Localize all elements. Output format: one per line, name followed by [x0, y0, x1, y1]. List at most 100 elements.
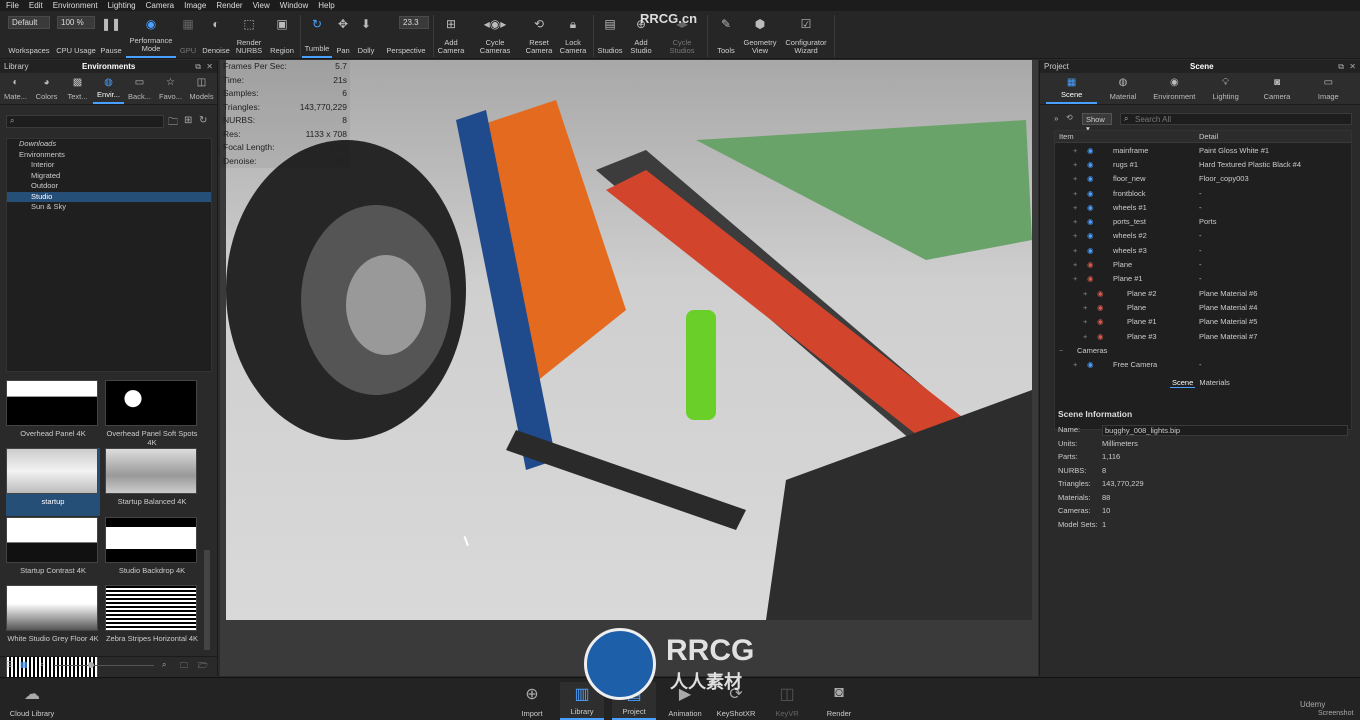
scene-search-input[interactable]: ⌕ Search All: [1120, 113, 1352, 125]
expand-icon[interactable]: +: [1083, 317, 1087, 326]
visibility-eye-icon[interactable]: ◉: [1097, 303, 1104, 312]
tools-button[interactable]: ✎ Tools: [712, 14, 740, 58]
pause-button[interactable]: ❚❚ Pause: [99, 14, 123, 58]
export-folder-icon[interactable]: 🗁︎: [198, 660, 208, 674]
tab-environment[interactable]: ◉ Environment: [1149, 73, 1200, 104]
scene-tree-row[interactable]: + ◉ floor_new Floor_copy003: [1055, 172, 1351, 186]
expand-icon[interactable]: +: [1073, 146, 1077, 155]
tab-backplates[interactable]: ▭ Back...: [124, 73, 155, 104]
scene-tree-row[interactable]: + ◉ ports_test Ports: [1055, 214, 1351, 228]
visibility-eye-icon[interactable]: ◉: [1087, 246, 1094, 255]
close-icon[interactable]: ✕: [206, 62, 213, 71]
lock-camera-button[interactable]: 🔒︎ Lock Camera: [558, 14, 588, 58]
env-thumb[interactable]: Overhead Panel 4K: [6, 380, 100, 438]
collapse-icon[interactable]: »: [1054, 114, 1058, 123]
perspective-button[interactable]: Perspective: [382, 14, 430, 58]
visibility-eye-icon[interactable]: ◉: [1087, 274, 1094, 283]
tree-item-sun-sky[interactable]: Sun & Sky: [7, 202, 211, 213]
gpu-button[interactable]: ▦ GPU: [178, 14, 198, 58]
env-thumb[interactable]: White Studio Grey Floor 4K: [6, 585, 100, 643]
expand-icon[interactable]: +: [1073, 274, 1077, 283]
menu-environment[interactable]: Environment: [53, 1, 98, 10]
expand-icon[interactable]: +: [1073, 203, 1077, 212]
tab-textures[interactable]: ▩ Text...: [62, 73, 93, 104]
scene-tree-row[interactable]: + ◉ wheels #2 -: [1055, 229, 1351, 243]
scene-tree-row[interactable]: + ◉ Plane Plane Material #4: [1055, 300, 1351, 314]
menu-edit[interactable]: Edit: [29, 1, 43, 10]
tumble-button[interactable]: ↻ Tumble: [302, 14, 332, 58]
scene-tree-row[interactable]: + ◉ rugs #1 Hard Textured Plastic Black #4: [1055, 157, 1351, 171]
scene-tree-row[interactable]: + ◉ wheels #3 -: [1055, 243, 1351, 257]
tab-models[interactable]: ◫ Models: [186, 73, 217, 104]
scene-tree-row[interactable]: + ◉ Plane #1 Plane Material #5: [1055, 315, 1351, 329]
render-nurbs-button[interactable]: ⬚ Render NURBS: [234, 14, 264, 58]
visibility-eye-icon[interactable]: ◉: [1087, 174, 1094, 183]
subtab-materials[interactable]: Materials: [1197, 378, 1231, 387]
menu-render[interactable]: Render: [216, 1, 242, 10]
menu-view[interactable]: View: [253, 1, 270, 10]
workspaces-button[interactable]: Workspaces: [6, 14, 52, 58]
expand-icon[interactable]: +: [1073, 260, 1077, 269]
visibility-eye-icon[interactable]: ◉: [1087, 146, 1094, 155]
expand-icon[interactable]: +: [1073, 246, 1077, 255]
visibility-eye-icon[interactable]: ◉: [1097, 289, 1104, 298]
scene-tree-row[interactable]: + ◉ Free Camera -: [1055, 357, 1351, 371]
scene-tree-icon[interactable]: ⟲: [1066, 113, 1073, 122]
expand-icon[interactable]: +: [1083, 303, 1087, 312]
library-search-input[interactable]: ⌕: [6, 115, 164, 128]
popout-icon[interactable]: ⧉: [1338, 62, 1344, 72]
tab-image[interactable]: ▭ Image: [1303, 73, 1354, 104]
tree-item-studio[interactable]: Studio: [7, 191, 211, 202]
visibility-eye-icon[interactable]: ◉: [1087, 217, 1094, 226]
close-icon[interactable]: ✕: [1349, 62, 1356, 71]
slider-handle[interactable]: [88, 662, 94, 668]
tree-item-environments[interactable]: Environments: [7, 150, 211, 161]
scene-tree-row[interactable]: + ◉ Plane -: [1055, 257, 1351, 271]
env-thumb[interactable]: Overhead Panel Soft Spots 4K: [105, 380, 199, 447]
expand-icon[interactable]: +: [1083, 289, 1087, 298]
tab-favorites[interactable]: ☆ Favo...: [155, 73, 186, 104]
popout-icon[interactable]: ⧉: [195, 62, 201, 72]
import-button[interactable]: ⊕ Import: [514, 682, 550, 720]
tree-item-migrated[interactable]: Migrated: [7, 171, 211, 182]
thumbnail-size-slider[interactable]: [54, 665, 154, 666]
menu-help[interactable]: Help: [318, 1, 334, 10]
folder-icon[interactable]: 🗀︎: [168, 115, 178, 132]
import-folder-icon[interactable]: 🗀︎: [180, 660, 188, 674]
expand-icon[interactable]: +: [1083, 332, 1087, 341]
pan-button[interactable]: ✥ Pan: [334, 14, 352, 58]
cloud-library-button[interactable]: ☁ Cloud Library: [8, 682, 56, 720]
add-camera-button[interactable]: ⊞ Add Camera: [436, 14, 466, 58]
refresh-icon[interactable]: ↻: [199, 115, 207, 126]
zoom-out-icon[interactable]: ⌕: [40, 660, 44, 670]
expand-icon[interactable]: +: [1073, 360, 1077, 369]
env-thumb[interactable]: Zebra Stripes Horizontal 4K: [105, 585, 199, 643]
menu-lighting[interactable]: Lighting: [108, 1, 136, 10]
menu-file[interactable]: File: [6, 1, 19, 10]
visibility-eye-icon[interactable]: ◉: [1087, 160, 1094, 169]
thumbnail-scrollbar[interactable]: [204, 550, 210, 650]
tree-item-downloads[interactable]: Downloads: [7, 139, 211, 150]
env-thumb[interactable]: Studio Backdrop 4K: [105, 517, 199, 575]
keyvr-button[interactable]: ◫ KeyVR: [766, 682, 808, 720]
tab-material[interactable]: ◍ Material: [1097, 73, 1148, 104]
scene-tree-row[interactable]: + ◉ Plane #2 Plane Material #6: [1055, 286, 1351, 300]
env-thumb-selected[interactable]: startup: [6, 448, 100, 516]
studios-button[interactable]: ▤ Studios: [596, 14, 624, 58]
scene-tree-row[interactable]: + ◉ wheels #1 -: [1055, 200, 1351, 214]
scene-tree-row[interactable]: + ◉ Plane #1 -: [1055, 272, 1351, 286]
geometry-view-button[interactable]: ⬢ Geometry View: [742, 14, 778, 58]
menu-image[interactable]: Image: [184, 1, 206, 10]
reset-camera-button[interactable]: ⟲ Reset Camera: [524, 14, 554, 58]
tab-camera[interactable]: ◙ Camera: [1251, 73, 1302, 104]
tab-colors[interactable]: ◕ Colors: [31, 73, 62, 104]
tree-item-outdoor[interactable]: Outdoor: [7, 181, 211, 192]
subtab-scene[interactable]: Scene: [1170, 378, 1196, 388]
denoise-button[interactable]: ◐ Denoise: [200, 14, 232, 58]
tab-lighting[interactable]: 💡︎ Lighting: [1200, 73, 1251, 104]
region-button[interactable]: ▣ Region: [267, 14, 297, 58]
visibility-eye-icon[interactable]: ◉: [1087, 260, 1094, 269]
expand-icon[interactable]: +: [1073, 174, 1077, 183]
expand-icon[interactable]: +: [1073, 189, 1077, 198]
menu-window[interactable]: Window: [280, 1, 308, 10]
